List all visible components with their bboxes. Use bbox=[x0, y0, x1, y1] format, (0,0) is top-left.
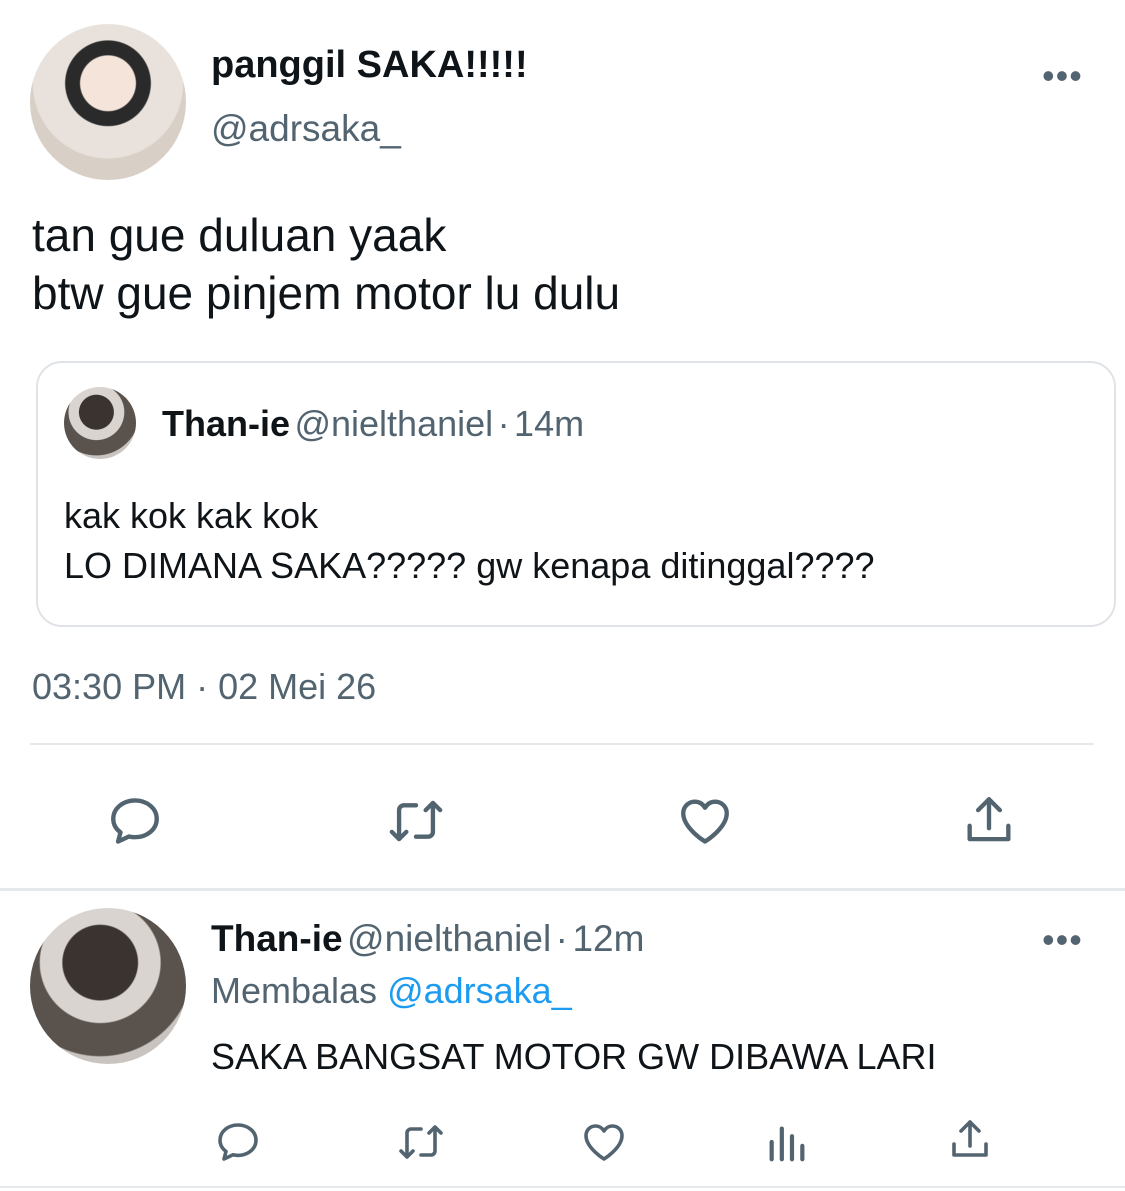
section-divider bbox=[0, 888, 1125, 891]
reply-reply-icon[interactable] bbox=[214, 1118, 262, 1166]
replying-label: Membalas bbox=[211, 970, 378, 1011]
replying-to-link[interactable]: @adrsaka_ bbox=[387, 970, 572, 1011]
quoted-author-handle: @nielthaniel bbox=[294, 403, 494, 444]
quoted-tweet-header: Than-ie @nielthaniel · 14m bbox=[162, 403, 584, 445]
reply-share-icon[interactable] bbox=[946, 1116, 994, 1164]
reply-author-name[interactable]: Than-ie bbox=[211, 918, 343, 959]
quoted-author-name: Than-ie bbox=[162, 403, 291, 444]
reply-separator: · bbox=[555, 918, 568, 959]
author-display-name[interactable]: panggil SAKA!!!!! bbox=[211, 44, 528, 87]
like-icon[interactable] bbox=[676, 792, 734, 850]
tweet-timestamp[interactable]: 03:30 PM · 02 Mei 26 bbox=[32, 666, 376, 708]
reply-tweet-text: SAKA BANGSAT MOTOR GW DIBAWA LARI bbox=[211, 1036, 937, 1077]
reply-more-icon[interactable]: ••• bbox=[1042, 922, 1083, 958]
share-icon[interactable] bbox=[960, 792, 1018, 850]
more-icon[interactable]: ••• bbox=[1042, 58, 1083, 94]
quoted-separator: · bbox=[497, 403, 510, 444]
reply-time[interactable]: 12m bbox=[572, 918, 644, 959]
quoted-author-avatar bbox=[64, 387, 136, 459]
quoted-tweet-text: kak kok kak kok LO DIMANA SAKA????? gw k… bbox=[64, 495, 875, 586]
reply-like-icon[interactable] bbox=[580, 1118, 628, 1166]
reply-tweet-header: Than-ie @nielthaniel · 12m bbox=[211, 918, 644, 960]
reply-author-handle[interactable]: @nielthaniel bbox=[347, 918, 551, 959]
reply-retweet-icon[interactable] bbox=[394, 1118, 448, 1166]
author-avatar[interactable] bbox=[30, 24, 186, 180]
divider bbox=[30, 743, 1094, 745]
analytics-icon[interactable] bbox=[764, 1118, 810, 1166]
author-handle[interactable]: @adrsaka_ bbox=[211, 108, 401, 150]
reply-icon[interactable] bbox=[106, 792, 164, 850]
quoted-time: 14m bbox=[514, 403, 585, 444]
quoted-tweet-card[interactable]: Than-ie @nielthaniel · 14m kak kok kak k… bbox=[36, 361, 1116, 627]
bottom-divider bbox=[0, 1186, 1125, 1188]
retweet-icon[interactable] bbox=[384, 792, 448, 850]
reply-author-avatar[interactable] bbox=[30, 908, 186, 1064]
replying-to-line: Membalas @adrsaka_ bbox=[211, 970, 572, 1012]
tweet-text: tan gue duluan yaak btw gue pinjem motor… bbox=[32, 209, 621, 319]
